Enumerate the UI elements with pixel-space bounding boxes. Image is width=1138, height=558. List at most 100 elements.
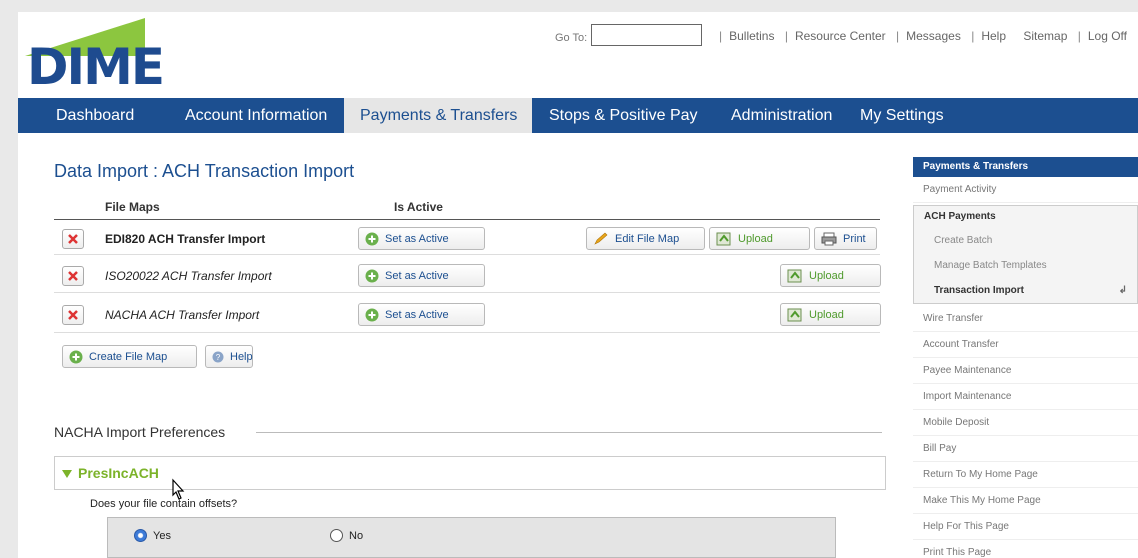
upload-button[interactable]: Upload [780, 303, 881, 326]
pencil-icon [593, 232, 609, 246]
logo-text: DIME [27, 38, 165, 96]
sidebar: Payments & Transfers Payment Activity AC… [913, 157, 1138, 558]
set-active-button[interactable]: Set as Active [358, 303, 485, 326]
file-map-name: ISO20022 ACH Transfer Import [105, 269, 272, 283]
file-map-name: NACHA ACH Transfer Import [105, 308, 260, 322]
radio-unselected-icon [330, 529, 343, 542]
hand-cursor-icon [172, 478, 185, 500]
top-links: | Bulletins | Resource Center | Messages | H… [719, 29, 1127, 43]
print-button[interactable]: Print [814, 227, 877, 250]
sidebar-item-print-page[interactable]: Print This Page [913, 540, 1138, 558]
radio-yes[interactable]: Yes [134, 529, 171, 542]
sidebar-item-make-home[interactable]: Make This My Home Page [913, 488, 1138, 514]
upload-button[interactable]: Upload [709, 227, 810, 250]
row-divider [54, 292, 880, 293]
nav-administration[interactable]: Administration [715, 98, 850, 133]
sidebar-group-title[interactable]: ACH Payments [914, 206, 1137, 228]
help-icon: ? [212, 351, 224, 363]
col-is-active: Is Active [394, 200, 443, 214]
sidebar-item-payee-maintenance[interactable]: Payee Maintenance [913, 358, 1138, 384]
goto-input[interactable] [591, 24, 702, 46]
return-arrow-icon: ↲ [1118, 285, 1127, 296]
delete-x-icon [68, 271, 78, 281]
prefs-divider [256, 432, 882, 433]
print-label: Print [843, 232, 866, 245]
offsets-question: Does your file contain offsets? [90, 498, 238, 510]
delete-button[interactable] [62, 266, 84, 286]
upload-icon [787, 269, 803, 283]
sidebar-header: Payments & Transfers [913, 157, 1138, 177]
plus-circle-icon [365, 232, 379, 246]
page-title: Data Import : ACH Transaction Import [54, 161, 355, 181]
sidebar-item-import-maintenance[interactable]: Import Maintenance [913, 384, 1138, 410]
nav-account-information[interactable]: Account Information [170, 98, 344, 133]
sidebar-item-create-batch[interactable]: Create Batch [914, 228, 1137, 253]
create-file-map-button[interactable]: Create File Map [62, 345, 197, 368]
main-nav: Dashboard Account Information Payments &… [18, 98, 1138, 133]
sidebar-item-wire-transfer[interactable]: Wire Transfer [913, 306, 1138, 332]
nav-dashboard[interactable]: Dashboard [18, 98, 170, 133]
help-button[interactable]: ? Help [205, 345, 253, 368]
sidebar-item-return-home[interactable]: Return To My Home Page [913, 462, 1138, 488]
sidebar-item-payment-activity[interactable]: Payment Activity [913, 177, 1138, 203]
upload-label: Upload [809, 269, 844, 282]
svg-text:?: ? [216, 353, 221, 362]
resource-center-link[interactable]: Resource Center [795, 29, 886, 43]
prefs-title: NACHA Import Preferences [54, 424, 226, 440]
help-link[interactable]: Help [981, 29, 1006, 43]
triangle-down-icon [62, 470, 72, 478]
sidebar-group-ach-payments: ACH Payments Create Batch Manage Batch T… [913, 205, 1138, 304]
radio-no-label: No [349, 529, 364, 542]
file-map-name: EDI820 ACH Transfer Import [105, 232, 266, 246]
bulletins-link[interactable]: Bulletins [729, 29, 774, 43]
sidebar-item-help-page[interactable]: Help For This Page [913, 514, 1138, 540]
dime-logo[interactable]: DIME [25, 18, 165, 94]
upload-label: Upload [809, 308, 844, 321]
nav-stops-positive-pay[interactable]: Stops & Positive Pay [532, 98, 715, 133]
upload-icon [716, 232, 732, 246]
upload-button[interactable]: Upload [780, 264, 881, 287]
radio-selected-icon [134, 529, 147, 542]
upload-label: Upload [738, 232, 773, 245]
nav-my-settings[interactable]: My Settings [850, 98, 944, 133]
plus-circle-icon [69, 350, 83, 364]
row-divider [54, 254, 880, 255]
delete-button[interactable] [62, 305, 84, 325]
delete-x-icon [68, 234, 78, 244]
sidebar-item-bill-pay[interactable]: Bill Pay [913, 436, 1138, 462]
delete-button[interactable] [62, 229, 84, 249]
plus-circle-icon [365, 269, 379, 283]
log-off-link[interactable]: Log Off [1088, 29, 1127, 43]
panel-title-text: PresIncACH [78, 465, 159, 481]
page-frame: DIME Go To: | Bulletins | Resource Center … [18, 12, 1138, 558]
create-file-map-label: Create File Map [89, 350, 168, 363]
printer-icon [821, 232, 837, 246]
nav-payments-transfers[interactable]: Payments & Transfers [344, 98, 532, 133]
table-header-line [54, 219, 880, 220]
sidebar-item-manage-batch-templates[interactable]: Manage Batch Templates [914, 253, 1137, 278]
set-active-label: Set as Active [385, 308, 449, 321]
plus-circle-icon [365, 308, 379, 322]
help-label: Help [230, 350, 253, 363]
messages-link[interactable]: Messages [906, 29, 961, 43]
panel-title: PresIncACH [62, 465, 159, 481]
set-active-label: Set as Active [385, 269, 449, 282]
upload-icon [787, 308, 803, 322]
sidebar-item-mobile-deposit[interactable]: Mobile Deposit [913, 410, 1138, 436]
row-divider [54, 332, 880, 333]
sidebar-item-label: Transaction Import [934, 285, 1025, 296]
edit-file-map-label: Edit File Map [615, 232, 680, 245]
set-active-button[interactable]: Set as Active [358, 227, 485, 250]
goto-label: Go To: [555, 32, 588, 44]
sitemap-link[interactable]: Sitemap [1023, 29, 1067, 43]
edit-file-map-button[interactable]: Edit File Map [586, 227, 705, 250]
sidebar-item-account-transfer[interactable]: Account Transfer [913, 332, 1138, 358]
delete-x-icon [68, 310, 78, 320]
radio-no[interactable]: No [330, 529, 363, 542]
col-file-maps: File Maps [105, 200, 160, 214]
set-active-label: Set as Active [385, 232, 449, 245]
radio-yes-label: Yes [153, 529, 171, 542]
set-active-button[interactable]: Set as Active [358, 264, 485, 287]
offsets-radio-group: Yes No [107, 517, 836, 558]
sidebar-item-transaction-import[interactable]: Transaction Import ↲ [914, 278, 1137, 303]
